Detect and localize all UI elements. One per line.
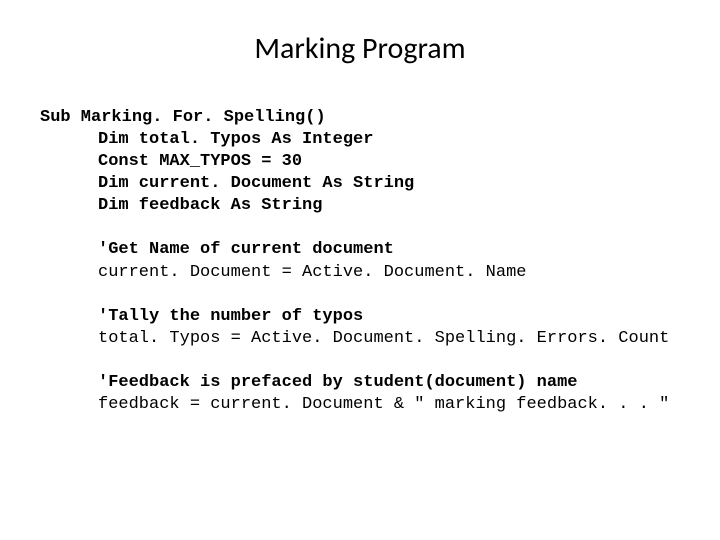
code-line: total. Typos = Active. Document. Spellin…	[40, 328, 680, 350]
blank-line	[40, 350, 680, 372]
code-line: feedback = current. Document & " marking…	[40, 394, 680, 416]
code-comment: 'Tally the number of typos	[40, 306, 680, 328]
code-block: Sub Marking. For. Spelling() Dim total. …	[40, 107, 680, 416]
code-line: Const MAX_TYPOS = 30	[40, 151, 680, 173]
code-line: Dim current. Document As String	[40, 173, 680, 195]
code-line: Dim total. Typos As Integer	[40, 129, 680, 151]
code-comment: 'Get Name of current document	[40, 239, 680, 261]
code-line: Dim feedback As String	[40, 195, 680, 217]
code-line: Sub Marking. For. Spelling()	[40, 107, 680, 129]
code-comment: 'Feedback is prefaced by student(documen…	[40, 372, 680, 394]
page-title: Marking Program	[40, 30, 680, 67]
blank-line	[40, 217, 680, 239]
blank-line	[40, 284, 680, 306]
code-line: current. Document = Active. Document. Na…	[40, 262, 680, 284]
